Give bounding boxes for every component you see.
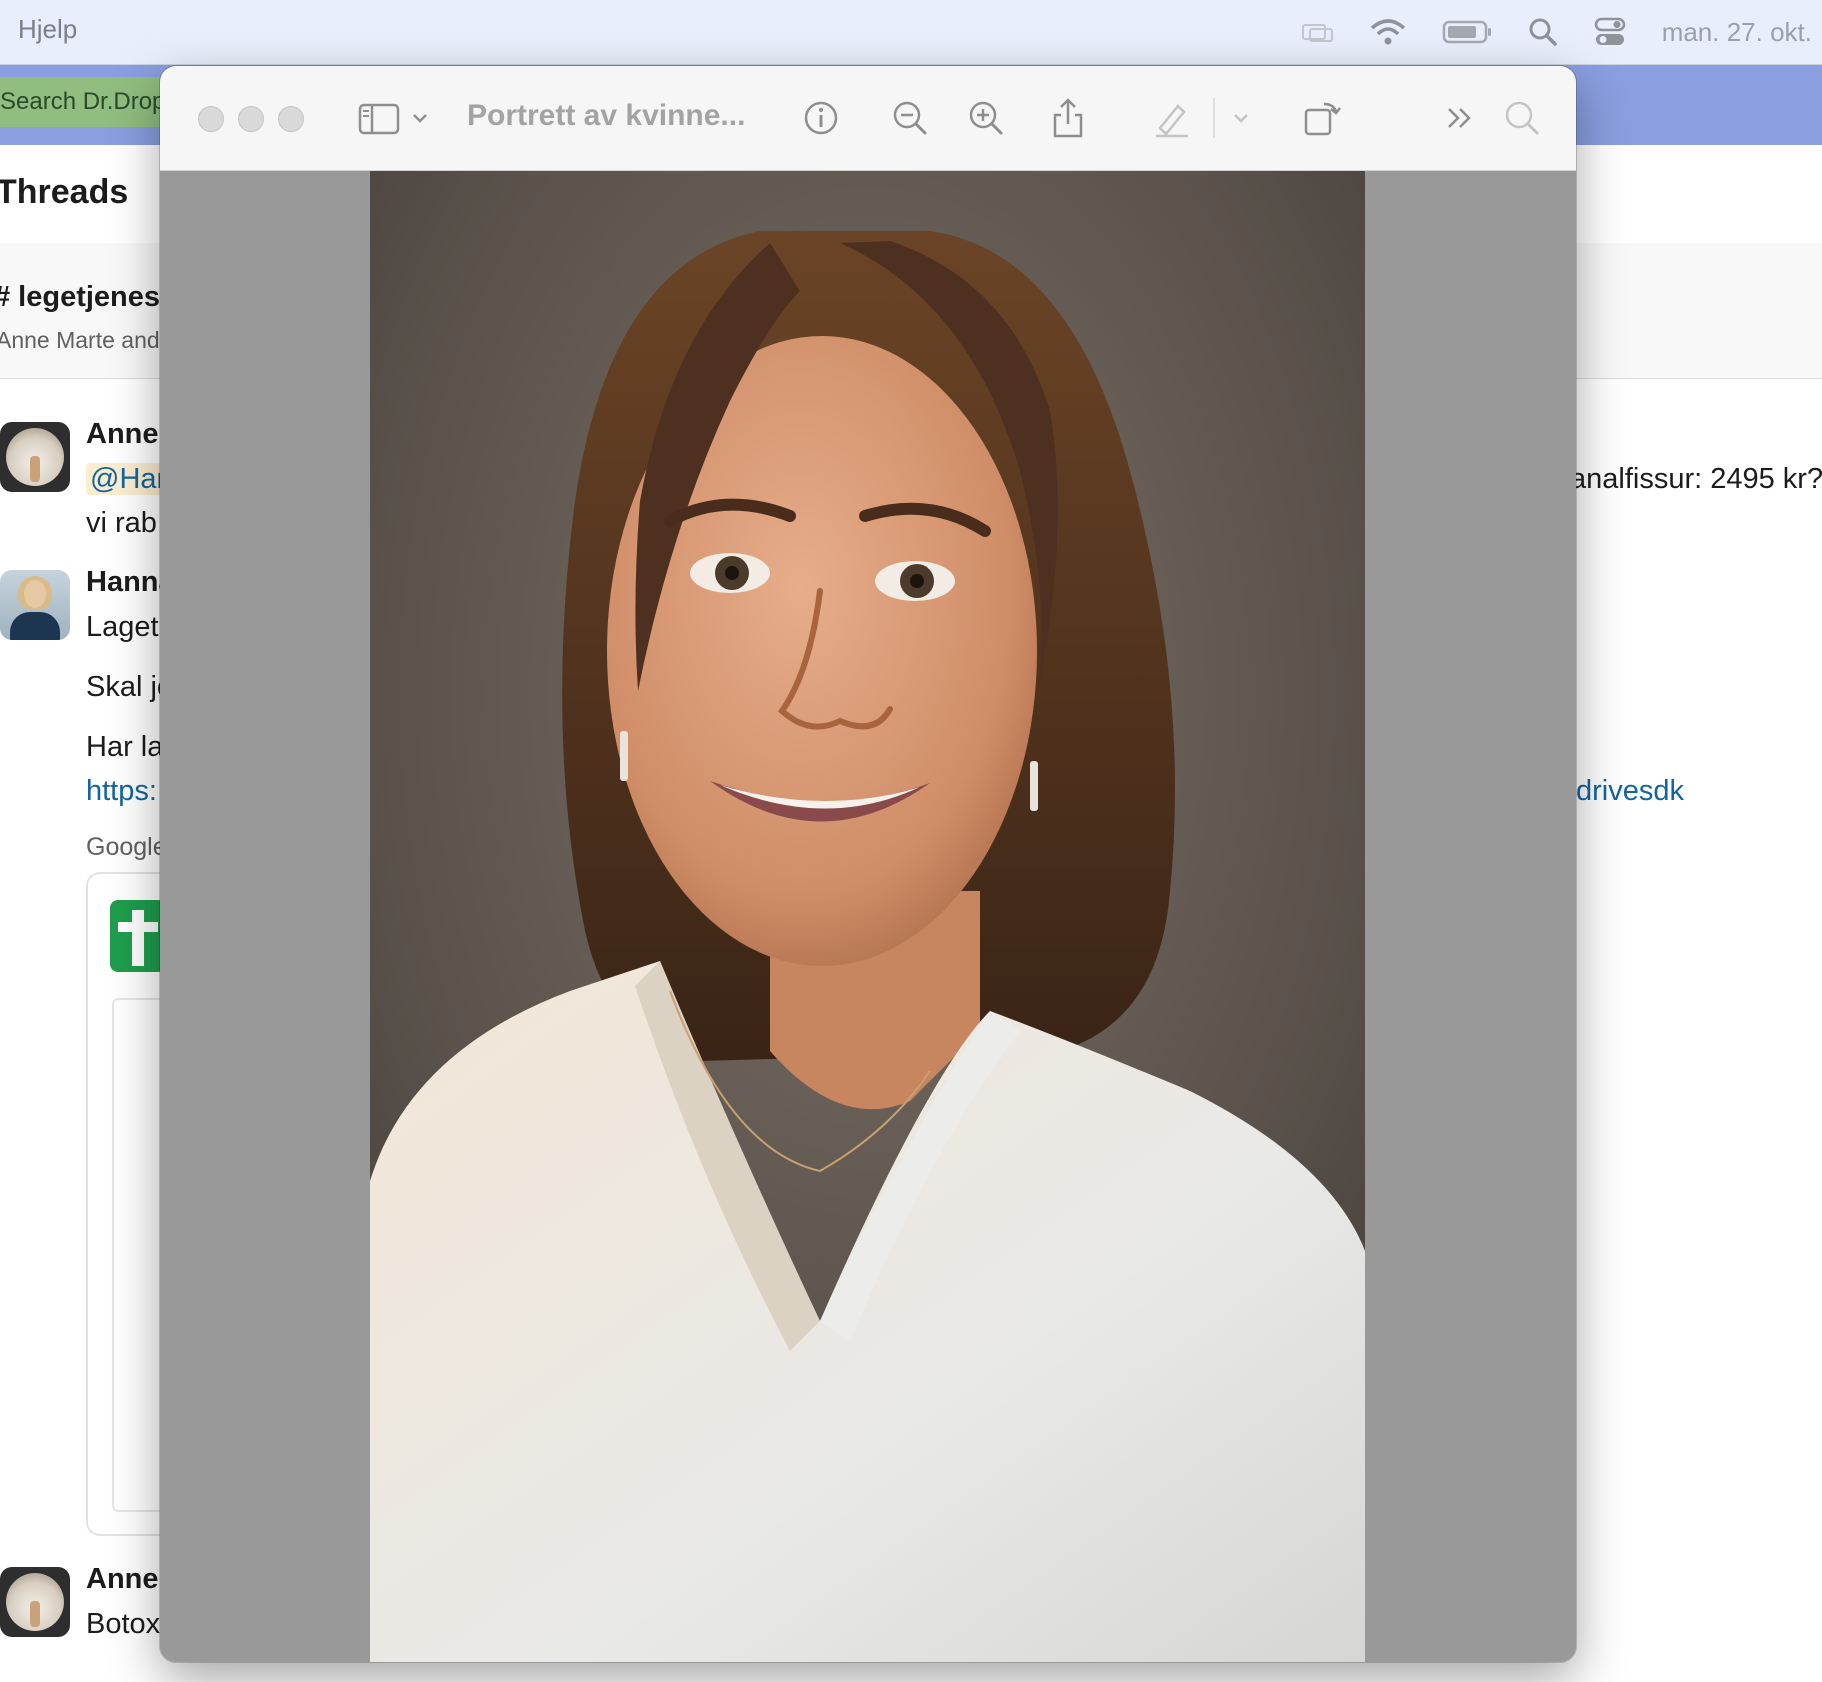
wifi-icon[interactable]: [1370, 18, 1406, 46]
page-title: Threads: [0, 173, 129, 211]
message-link[interactable]: drivesdk: [1576, 775, 1684, 808]
menubar-date[interactable]: man. 27. okt.: [1662, 17, 1812, 48]
portrait-image: [370, 171, 1365, 1662]
message-text: Har la: [86, 731, 164, 763]
channel-name[interactable]: # legetjeneste: [0, 281, 186, 314]
document-title[interactable]: Portrett av kvinne...: [467, 99, 745, 133]
sidebar-toggle-button[interactable]: [356, 96, 432, 140]
share-icon: [1053, 98, 1083, 138]
pen-icon: [1156, 104, 1188, 138]
zoom-out-button[interactable]: [888, 96, 932, 140]
minimize-button[interactable]: [238, 106, 264, 132]
menu-bar: Hjelp man. 27. okt.: [0, 0, 1822, 65]
markup-menu-button[interactable]: [1226, 96, 1256, 140]
control-center-icon[interactable]: [1594, 17, 1626, 47]
zoom-in-button[interactable]: [964, 96, 1008, 140]
message-text: Laget: [86, 611, 159, 643]
search-icon: [1505, 101, 1539, 135]
search-button[interactable]: [1500, 96, 1544, 140]
avatar[interactable]: [0, 1567, 70, 1637]
more-tools-button[interactable]: [1438, 96, 1482, 140]
chevron-double-right-icon: [1448, 108, 1471, 128]
info-icon: [804, 101, 838, 135]
info-button[interactable]: [799, 96, 843, 140]
rotate-icon: [1304, 102, 1341, 136]
message-text: analfissur: 2495 kr?: [1570, 463, 1822, 495]
share-button[interactable]: [1046, 96, 1090, 140]
avatar[interactable]: [0, 422, 70, 492]
message-author[interactable]: Anne: [86, 1563, 159, 1596]
message-author[interactable]: Anne: [86, 418, 159, 451]
preview-toolbar: Portrett av kvinne...: [160, 66, 1576, 171]
preview-window: Portrett av kvinne...: [160, 66, 1576, 1662]
rotate-button[interactable]: [1300, 96, 1344, 140]
message-text: Botox: [86, 1608, 161, 1640]
zoom-out-icon: [893, 101, 927, 135]
google-sheets-icon: [110, 900, 166, 972]
toolbar-divider: [1213, 98, 1215, 138]
portrait-photo: [370, 171, 1365, 1662]
spotlight-search-icon[interactable]: [1528, 17, 1558, 47]
close-button[interactable]: [198, 106, 224, 132]
status-area: man. 27. okt.: [1300, 10, 1812, 54]
battery-icon[interactable]: [1442, 19, 1492, 45]
screen-mirroring-icon[interactable]: [1300, 19, 1334, 45]
zoom-button[interactable]: [278, 106, 304, 132]
link-preview-source: Google: [86, 833, 167, 861]
zoom-in-icon: [969, 101, 1003, 135]
message-text: vi rab: [86, 507, 157, 539]
menu-help[interactable]: Hjelp: [18, 14, 77, 45]
markup-button[interactable]: [1150, 96, 1194, 140]
chevron-down-icon: [1234, 114, 1248, 123]
sidebar-icon: [358, 103, 427, 135]
message-link[interactable]: https:: [86, 775, 157, 808]
avatar[interactable]: [0, 570, 70, 640]
